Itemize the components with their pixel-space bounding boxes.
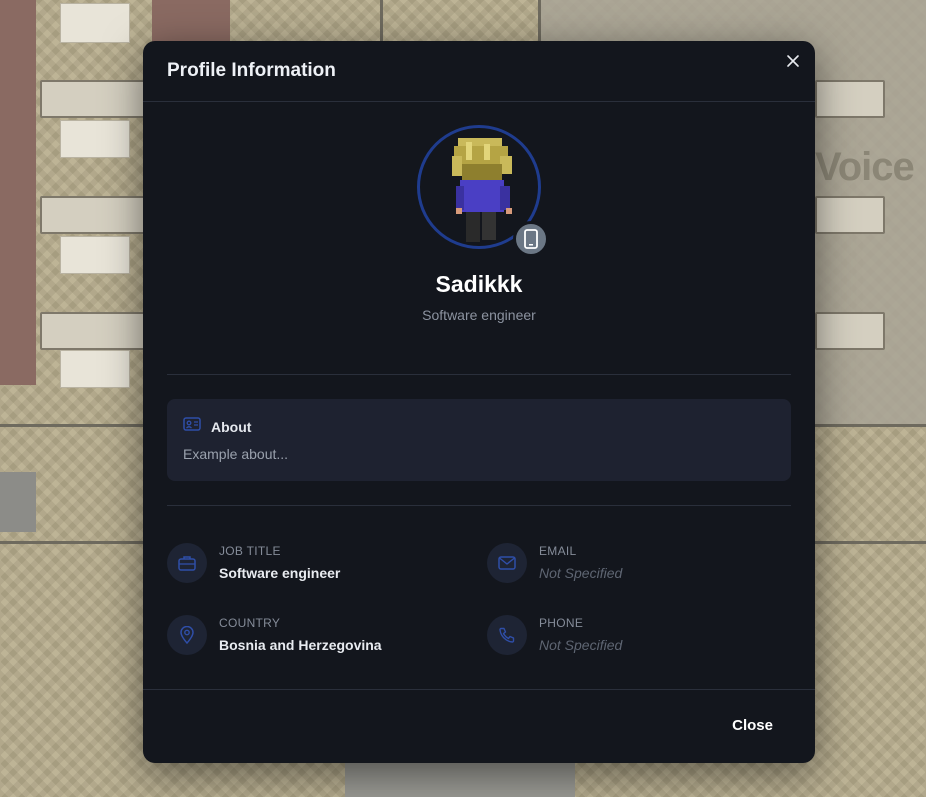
country-label: COUNTRY	[219, 616, 281, 630]
location-pin-icon	[167, 615, 207, 655]
profile-section: Sadikkk Software engineer	[143, 125, 815, 323]
phone-field: PHONE Not Specified	[487, 615, 787, 669]
about-header: About	[183, 417, 251, 436]
email-field: EMAIL Not Specified	[487, 543, 787, 597]
close-button[interactable]: Close	[732, 717, 773, 734]
id-card-icon	[183, 417, 201, 436]
about-title: About	[211, 418, 252, 435]
job-title-value: Software engineer	[219, 565, 341, 581]
avatar	[417, 125, 549, 257]
close-icon[interactable]	[785, 53, 801, 69]
job-title-field: JOB TITLE Software engineer	[167, 543, 467, 597]
mobile-phone-icon	[513, 221, 549, 257]
country-field: COUNTRY Bosnia and Herzegovina	[167, 615, 467, 669]
phone-value: Not Specified	[539, 637, 623, 653]
job-title-label: JOB TITLE	[219, 544, 281, 558]
about-text: Example about...	[183, 446, 289, 462]
divider	[167, 374, 791, 375]
profile-subtitle: Software engineer	[422, 307, 536, 323]
briefcase-icon	[167, 543, 207, 583]
divider	[167, 505, 791, 506]
modal-title: Profile Information	[167, 60, 336, 81]
profile-name: Sadikkk	[435, 271, 523, 297]
phone-icon	[487, 615, 527, 655]
modal-header: Profile Information	[143, 41, 815, 102]
profile-modal: Profile Information Sadikkk Software eng…	[143, 41, 815, 763]
modal-footer: Close	[143, 689, 815, 763]
email-label: EMAIL	[539, 544, 577, 558]
country-value: Bosnia and Herzegovina	[219, 637, 382, 653]
pixel-character-avatar	[452, 138, 512, 242]
mail-icon	[487, 543, 527, 583]
about-card: About Example about...	[167, 399, 791, 481]
phone-label: PHONE	[539, 616, 584, 630]
email-value: Not Specified	[539, 565, 623, 581]
